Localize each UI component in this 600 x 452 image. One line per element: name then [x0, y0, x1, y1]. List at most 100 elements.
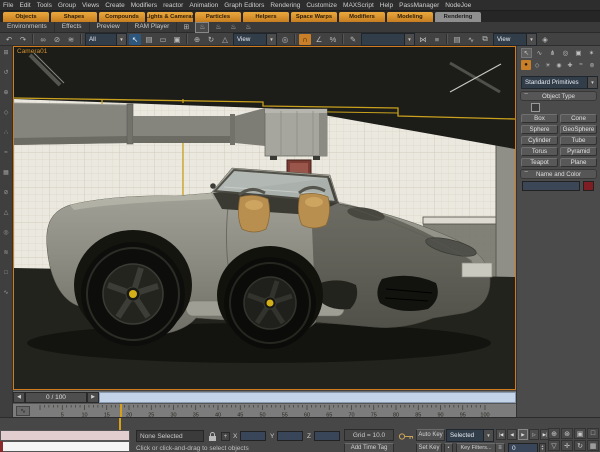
- zoom-extents-icon[interactable]: ▣: [574, 428, 586, 439]
- coord-field-x[interactable]: [240, 431, 266, 441]
- menu-item-animation[interactable]: Animation: [186, 0, 221, 11]
- selection-region-icon[interactable]: ▭: [157, 34, 169, 45]
- menu-item-customize[interactable]: Customize: [303, 0, 340, 11]
- shelf-tab-lights-cameras[interactable]: Lights & Cameras: [147, 12, 193, 22]
- object-type-button-teapot[interactable]: Teapot: [521, 158, 558, 167]
- shelf-button-preview[interactable]: Preview: [90, 22, 128, 32]
- auto-key-button[interactable]: Auto Key: [416, 429, 445, 441]
- left-toolbar-icon[interactable]: ⊞: [3, 50, 8, 57]
- left-toolbar-icon[interactable]: ◇: [4, 110, 9, 117]
- tab-create-icon[interactable]: ↖: [521, 48, 532, 58]
- absolute-offset-toggle-icon[interactable]: +: [221, 432, 230, 441]
- shelf-tab-compounds[interactable]: Compounds: [99, 12, 145, 22]
- reference-coordinate-system-dropdown[interactable]: View▼: [233, 33, 277, 46]
- select-and-link-icon[interactable]: ∞: [37, 34, 49, 45]
- select-and-move-icon[interactable]: ⊕: [191, 34, 203, 45]
- layer-manager-icon[interactable]: ▤: [451, 34, 463, 45]
- time-slider-prev-arrow[interactable]: ◀: [13, 392, 25, 403]
- chevron-down-icon[interactable]: ▼: [587, 77, 597, 88]
- frame-marker[interactable]: [120, 404, 122, 418]
- shelf-tab-modeling[interactable]: Modeling: [387, 12, 433, 22]
- view-dropdown[interactable]: View▼: [493, 33, 537, 46]
- shelf-tab-rendering[interactable]: Rendering: [435, 12, 481, 22]
- chevron-down-icon[interactable]: ▼: [266, 34, 276, 45]
- object-type-button-box[interactable]: Box: [521, 114, 558, 123]
- use-pivot-center-icon[interactable]: ◎: [279, 34, 291, 45]
- tab-utilities-icon[interactable]: ✶: [586, 48, 597, 58]
- material-editor-icon[interactable]: ◈: [539, 34, 551, 45]
- field-of-view-icon[interactable]: ▽: [548, 440, 560, 451]
- tab-hierarchy-icon[interactable]: ⋔: [547, 48, 558, 58]
- track-bar-ruler[interactable]: 5101520253035404550556065707580859095100: [33, 404, 513, 418]
- tab-display-icon[interactable]: ▣: [573, 48, 584, 58]
- render-last-icon[interactable]: ♨: [212, 23, 224, 32]
- shelf-tab-helpers[interactable]: Helpers: [243, 12, 289, 22]
- named-selection-sets-dropdown[interactable]: ▼: [361, 33, 415, 46]
- shelf-tab-objects[interactable]: Objects: [3, 12, 49, 22]
- set-keys-icon[interactable]: •: [444, 443, 453, 452]
- menu-item-tools[interactable]: Tools: [34, 0, 55, 11]
- selection-filter-dropdown[interactable]: All▼: [85, 33, 127, 46]
- menu-item-group[interactable]: Group: [55, 0, 79, 11]
- category-cameras-icon[interactable]: ◉: [554, 60, 564, 70]
- maxscript-listener-input[interactable]: [0, 441, 130, 452]
- left-toolbar-icon[interactable]: ▦: [3, 170, 9, 177]
- object-type-button-geosphere[interactable]: GeoSphere: [560, 125, 597, 134]
- selection-status-field[interactable]: None Selected: [136, 430, 204, 442]
- mirror-icon[interactable]: ⋈: [417, 34, 429, 45]
- render-type-icon[interactable]: ♨: [242, 23, 254, 32]
- subcategory-dropdown[interactable]: Standard Primitives ▼: [521, 76, 598, 89]
- left-toolbar-icon[interactable]: □: [4, 270, 8, 277]
- coord-field-y[interactable]: [277, 431, 303, 441]
- time-slider-handle[interactable]: 0 / 100: [25, 392, 87, 403]
- rollout-name-and-color[interactable]: − Name and Color: [520, 169, 597, 179]
- redo-icon[interactable]: ↷: [17, 34, 29, 45]
- shelf-tab-modifiers[interactable]: Modifiers: [339, 12, 385, 22]
- category-helpers-icon[interactable]: ✚: [565, 60, 575, 70]
- duct-vent-unit[interactable]: [265, 109, 327, 160]
- shelf-button-ram-player[interactable]: RAM Player: [128, 22, 178, 32]
- menu-item-graph-editors[interactable]: Graph Editors: [221, 0, 267, 11]
- object-type-button-pyramid[interactable]: Pyramid: [560, 147, 597, 156]
- category-systems-icon[interactable]: ⊚: [587, 60, 597, 70]
- arc-rotate-icon[interactable]: ↻: [574, 440, 586, 451]
- object-type-button-tube[interactable]: Tube: [560, 136, 597, 145]
- play-animation-button[interactable]: ▶: [518, 429, 528, 440]
- curve-editor-icon[interactable]: ∿: [465, 34, 477, 45]
- left-toolbar-icon[interactable]: ⊕: [3, 90, 8, 97]
- snaps-toggle-icon[interactable]: ∩: [299, 34, 311, 45]
- left-toolbar-icon[interactable]: ≈: [4, 150, 7, 157]
- category-spacewarps-icon[interactable]: ≈: [576, 60, 586, 70]
- zoom-icon[interactable]: ⊕: [548, 428, 560, 439]
- time-slider-next-arrow[interactable]: ▶: [87, 392, 99, 403]
- menu-item-help[interactable]: Help: [377, 0, 396, 11]
- chevron-down-icon[interactable]: ▼: [526, 34, 536, 45]
- chevron-down-icon[interactable]: ▼: [483, 430, 493, 441]
- angle-snap-icon[interactable]: ∠: [313, 34, 325, 45]
- left-toolbar-icon[interactable]: ∴: [4, 130, 8, 137]
- menu-item-edit[interactable]: Edit: [16, 0, 33, 11]
- object-type-button-sphere[interactable]: Sphere: [521, 125, 558, 134]
- zoom-extents-all-icon[interactable]: □: [587, 428, 599, 439]
- maxscript-listener-macro-pane[interactable]: [0, 430, 130, 441]
- window-crossing-icon[interactable]: ▣: [171, 34, 183, 45]
- align-icon[interactable]: ≡: [431, 34, 443, 45]
- menu-item-nodejoe[interactable]: NodeJoe: [442, 0, 474, 11]
- go-to-start-button[interactable]: |◀: [496, 429, 506, 440]
- render-scene-dialog-icon[interactable]: ⊞: [180, 23, 192, 32]
- selection-lock-icon[interactable]: [208, 431, 217, 442]
- left-toolbar-icon[interactable]: ↺: [3, 70, 8, 77]
- mini-curve-editor-button[interactable]: ∿: [16, 406, 30, 416]
- schematic-view-icon[interactable]: ⧉: [479, 34, 491, 45]
- object-type-button-torus[interactable]: Torus: [521, 147, 558, 156]
- left-toolbar-icon[interactable]: △: [4, 210, 9, 217]
- menu-item-modifiers[interactable]: Modifiers: [128, 0, 160, 11]
- edit-named-selection-sets-icon[interactable]: ✎: [347, 34, 359, 45]
- menu-item-views[interactable]: Views: [79, 0, 102, 11]
- percent-snap-icon[interactable]: %: [327, 34, 339, 45]
- time-slider[interactable]: ◀ 0 / 100 ▶: [13, 390, 516, 403]
- menu-item-maxscript[interactable]: MAXScript: [340, 0, 377, 11]
- tab-motion-icon[interactable]: ◎: [560, 48, 571, 58]
- quick-render-icon[interactable]: ♨: [195, 22, 209, 33]
- key-mode-dropdown[interactable]: Selected ▼: [446, 429, 494, 442]
